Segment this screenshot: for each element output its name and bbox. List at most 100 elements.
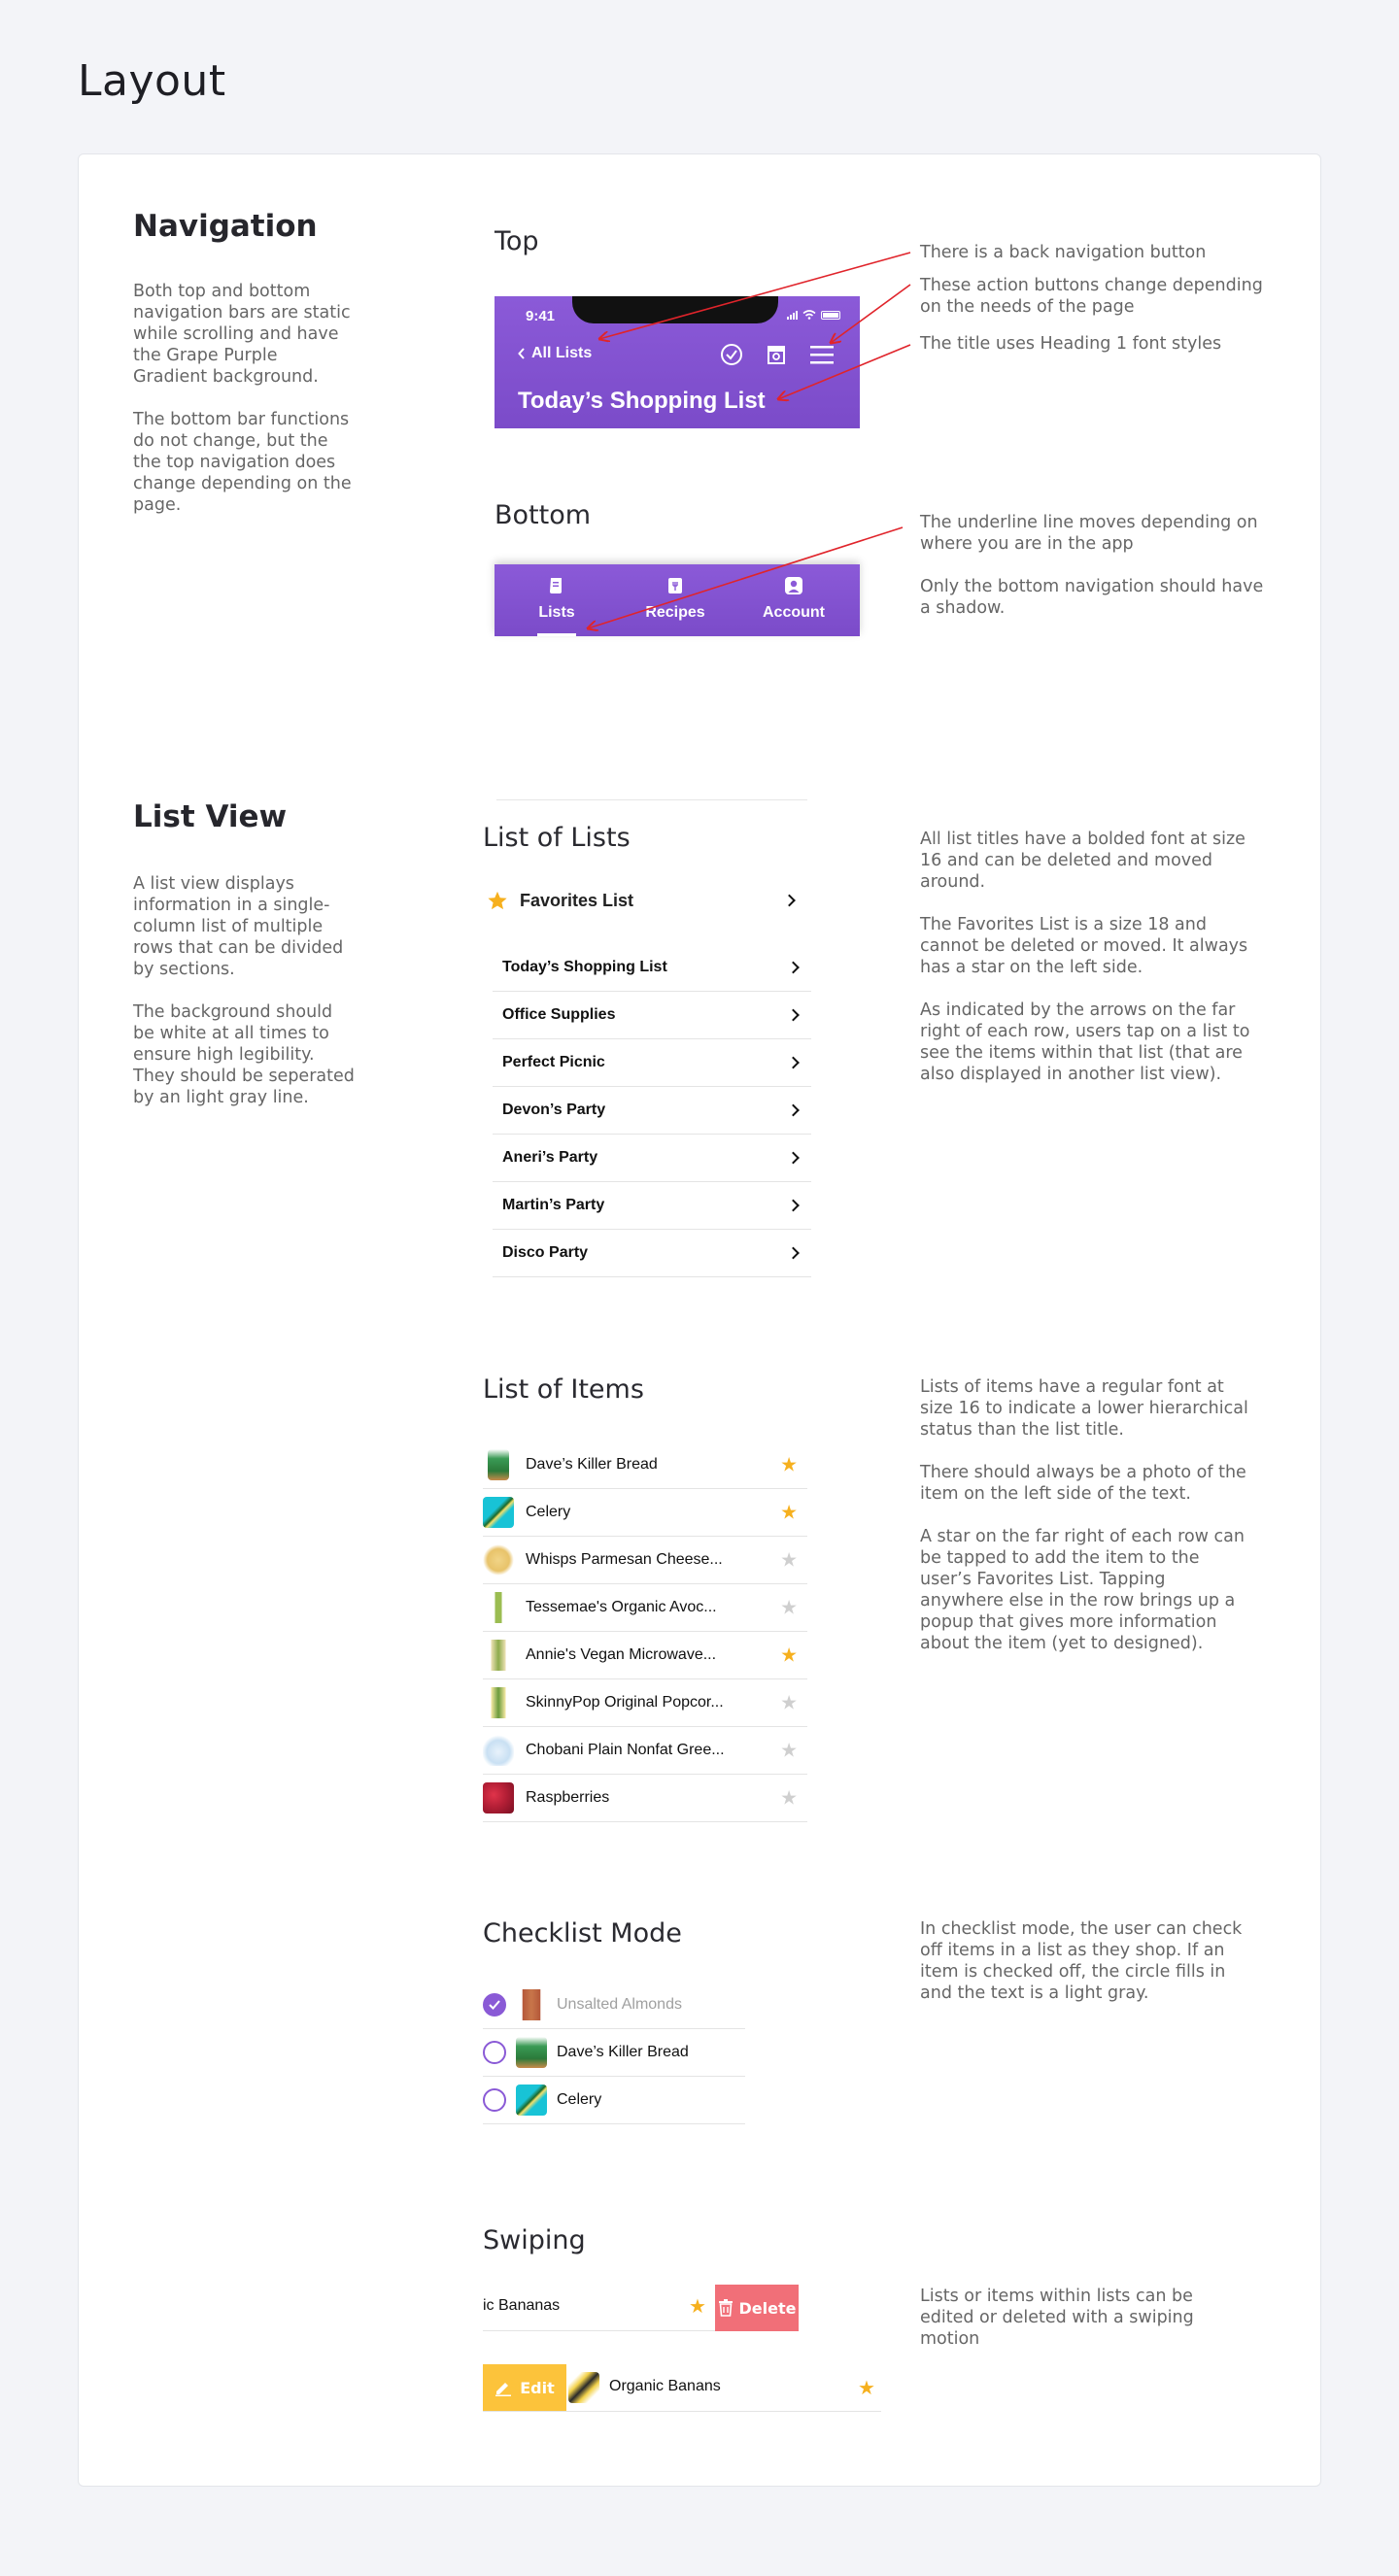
list-of-items-note-1: Lists of items have a regular font at si… — [920, 1377, 1248, 1440]
list-of-lists-note-2: The Favorites List is a size 18 and cann… — [920, 915, 1248, 977]
status-icons — [787, 310, 840, 320]
swipe-row-edit[interactable]: Edit Organic Banans ★ — [483, 2364, 881, 2412]
edit-button-label: Edit — [520, 2378, 555, 2397]
item-label: Dave’s Killer Bread — [526, 1456, 658, 1473]
menu-icon[interactable] — [809, 343, 835, 366]
bottom-tab-account-label: Account — [763, 604, 825, 621]
list-of-items-note-2: There should always be a photo of the it… — [920, 1463, 1246, 1504]
list-row[interactable]: Office Supplies — [493, 992, 811, 1039]
star-icon[interactable]: ★ — [780, 1596, 798, 1620]
bottom-navigation-bar: Lists Recipes Account — [495, 564, 860, 636]
chevron-left-icon — [518, 348, 525, 359]
item-label: Annie's Vegan Microwave... — [526, 1646, 717, 1663]
checkbox-unchecked[interactable] — [483, 2088, 506, 2112]
item-photo — [483, 1640, 514, 1671]
star-icon[interactable]: ★ — [780, 1501, 798, 1525]
list-row[interactable]: Today’s Shopping List — [493, 944, 811, 992]
list-row[interactable]: Martin’s Party — [493, 1182, 811, 1230]
favorites-list-row[interactable]: Favorites List — [483, 879, 807, 922]
item-photo — [516, 2037, 547, 2068]
item-photo — [483, 1544, 514, 1576]
item-row[interactable]: Annie's Vegan Microwave... ★ — [483, 1632, 807, 1679]
list-row-label: Perfect Picnic — [502, 1054, 605, 1070]
back-button-label: All Lists — [531, 345, 593, 361]
list-of-items-note-3: A star on the far right of each row can … — [920, 1527, 1245, 1653]
item-row[interactable]: Dave’s Killer Bread ★ — [483, 1441, 807, 1489]
item-photo — [488, 1449, 509, 1480]
top-note-3: The title uses Heading 1 font styles — [920, 334, 1222, 354]
list-row[interactable]: Perfect Picnic — [493, 1039, 811, 1087]
list-row[interactable]: Disco Party — [493, 1230, 811, 1277]
active-tab-underline — [537, 633, 576, 636]
signal-icon — [787, 310, 798, 320]
checklist-row-label: Dave’s Killer Bread — [557, 2044, 689, 2060]
phone-notch — [572, 296, 778, 323]
item-label: Raspberries — [526, 1789, 610, 1806]
list-row[interactable]: Devon’s Party — [493, 1087, 811, 1135]
list-row-label: Today’s Shopping List — [502, 959, 667, 975]
list-view-desc-2: The background should be white at all ti… — [133, 1002, 355, 1107]
checkbox-checked[interactable] — [483, 1993, 506, 2017]
item-row[interactable]: SkinnyPop Original Popcor... ★ — [483, 1679, 807, 1727]
bottom-tab-account[interactable]: Account — [745, 576, 842, 622]
item-row[interactable]: Tessemae's Organic Avoc... ★ — [483, 1584, 807, 1632]
item-photo — [483, 1497, 514, 1528]
favorites-list-label: Favorites List — [520, 890, 634, 910]
item-row[interactable]: Chobani Plain Nonfat Gree... ★ — [483, 1727, 807, 1775]
item-label: Chobani Plain Nonfat Gree... — [526, 1742, 725, 1758]
checkbox-unchecked[interactable] — [483, 2041, 506, 2064]
list-row-label: Office Supplies — [502, 1006, 616, 1023]
recipe-icon — [668, 578, 682, 593]
top-navigation-bar: 9:41 All Lists Today’s Shopping List — [495, 296, 860, 428]
top-nav-heading: Today’s Shopping List — [518, 388, 766, 414]
back-button[interactable]: All Lists — [518, 345, 592, 362]
checklist-row[interactable]: Celery — [483, 2077, 745, 2124]
swiping-note: Lists or items within lists can be edite… — [920, 2287, 1194, 2349]
checklist-row[interactable]: Unsalted Almonds — [483, 1982, 745, 2029]
item-photo — [483, 1782, 514, 1813]
bottom-tab-lists-label: Lists — [538, 604, 575, 621]
section-title-navigation: Navigation — [133, 209, 318, 244]
item-row[interactable]: Raspberries ★ — [483, 1775, 807, 1822]
divider — [496, 799, 807, 800]
item-row[interactable]: Celery ★ — [483, 1489, 807, 1537]
star-icon[interactable]: ★ — [858, 2376, 875, 2399]
star-icon[interactable]: ★ — [780, 1739, 798, 1763]
swiping-title: Swiping — [483, 2225, 586, 2255]
star-icon[interactable]: ★ — [780, 1691, 798, 1715]
bottom-tab-recipes[interactable]: Recipes — [627, 576, 724, 622]
wifi-icon — [802, 310, 816, 320]
swipe-row-label: ic Bananas — [483, 2297, 561, 2314]
bottom-note-1: The underline line moves depending on wh… — [920, 513, 1258, 554]
check-circle-icon[interactable] — [720, 343, 743, 366]
account-icon — [785, 577, 802, 594]
chevron-right-icon — [787, 1151, 800, 1165]
swipe-row-delete[interactable]: ic Bananas ★ Delete — [483, 2285, 799, 2331]
list-icon — [550, 578, 562, 593]
status-time: 9:41 — [526, 308, 556, 324]
star-icon[interactable]: ★ — [780, 1453, 798, 1477]
pencil-icon — [495, 2383, 512, 2396]
list-row[interactable]: Aneri’s Party — [493, 1135, 811, 1182]
star-icon[interactable]: ★ — [689, 2294, 706, 2318]
chevron-right-icon — [787, 1008, 800, 1022]
edit-button[interactable]: Edit — [483, 2364, 566, 2411]
item-label: Celery — [526, 1504, 571, 1520]
chevron-right-icon — [787, 1103, 800, 1117]
bottom-label: Bottom — [495, 500, 592, 530]
chevron-right-icon — [787, 1056, 800, 1069]
star-icon[interactable]: ★ — [780, 1548, 798, 1573]
check-icon — [489, 2000, 500, 2010]
list-row-label: Disco Party — [502, 1244, 589, 1261]
bottom-tab-lists[interactable]: Lists — [508, 576, 605, 622]
item-photo — [568, 2372, 599, 2403]
checklist-note: In checklist mode, the user can check of… — [920, 1919, 1243, 2003]
chevron-right-icon — [783, 894, 796, 907]
chevron-right-icon — [787, 961, 800, 974]
delete-button[interactable]: Delete — [715, 2285, 799, 2331]
item-row[interactable]: Whisps Parmesan Cheese... ★ — [483, 1537, 807, 1584]
star-icon[interactable]: ★ — [780, 1644, 798, 1668]
star-icon[interactable]: ★ — [780, 1786, 798, 1811]
checklist-row[interactable]: Dave’s Killer Bread — [483, 2029, 745, 2077]
store-icon[interactable] — [765, 343, 788, 366]
